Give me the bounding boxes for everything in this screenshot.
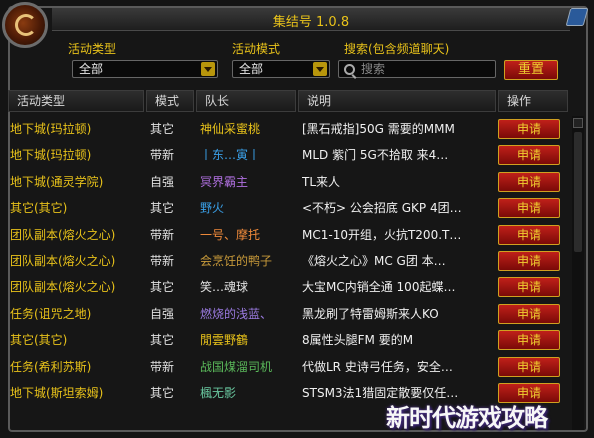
swirl-icon xyxy=(15,14,37,36)
row-mode: 其它 xyxy=(150,386,175,400)
row-note: TL来人 xyxy=(302,174,341,189)
column-header-action[interactable]: 操作 xyxy=(498,90,568,112)
row-mode: 带新 xyxy=(150,148,175,163)
apply-button[interactable]: 申请 xyxy=(498,145,560,166)
row-note: 《熔火之心》MC G团 本… xyxy=(302,254,446,268)
row-mode: 自强 xyxy=(150,174,175,189)
row-leader: 战国煤溜司机 xyxy=(200,359,273,374)
apply-button[interactable]: 申请 xyxy=(498,303,560,324)
row-mode: 其它 xyxy=(150,333,175,348)
mode-label: 活动模式 xyxy=(232,42,281,56)
row-activity-type: 地下城(通灵学院) xyxy=(10,174,104,189)
row-note: 大宝MC内销全通 100起蝶… xyxy=(302,280,456,295)
search-placeholder: 搜索 xyxy=(361,62,386,76)
reset-button[interactable]: 重置 xyxy=(504,60,558,80)
table-row[interactable]: 地下城(玛拉顿) 其它 神仙采蜜桃 [黑石戒指]50G 需要的MMM 申请 xyxy=(8,116,566,142)
table-row[interactable]: 团队副本(熔火之心) 其它 笑…魂球 大宝MC内销全通 100起蝶… 申请 xyxy=(8,274,566,300)
mode-value: 全部 xyxy=(239,62,264,76)
row-leader: 会烹饪的鸭子 xyxy=(200,254,273,268)
apply-button[interactable]: 申请 xyxy=(498,251,560,271)
apply-button[interactable]: 申请 xyxy=(498,277,560,298)
row-leader: 笑…魂球 xyxy=(200,280,249,295)
row-mode: 带新 xyxy=(150,359,175,374)
apply-button[interactable]: 申请 xyxy=(498,198,560,219)
row-leader: 燃烧的浅蓝、 xyxy=(200,306,273,321)
scrollbar[interactable] xyxy=(572,116,584,430)
title-bar[interactable]: 集结号 1.0.8 xyxy=(52,8,570,31)
row-leader: 楓无影 xyxy=(200,386,237,400)
scroll-up-icon[interactable] xyxy=(573,118,583,128)
row-leader: 閒雲野鶴 xyxy=(200,333,249,348)
chevron-down-icon[interactable] xyxy=(313,62,327,76)
row-activity-type: 团队副本(熔火之心) xyxy=(10,227,116,242)
row-note: 代做LR 史诗弓任务，安全… xyxy=(302,359,453,374)
search-input[interactable]: 搜索 xyxy=(338,60,496,78)
table-row[interactable]: 地下城(玛拉顿) 带新 丨东…寅丨 MLD 紫门 5G不拾取 来4… 申请 xyxy=(8,142,566,168)
scroll-thumb[interactable] xyxy=(574,132,582,252)
column-header-note[interactable]: 说明 xyxy=(298,90,496,112)
watermark-text: 新时代游戏攻略 xyxy=(386,404,548,432)
row-mode: 其它 xyxy=(150,280,175,295)
row-leader: 丨东…寅丨 xyxy=(200,148,261,163)
row-activity-type: 团队副本(熔火之心) xyxy=(10,280,116,295)
row-activity-type: 团队副本(熔火之心) xyxy=(10,254,116,268)
row-mode: 自强 xyxy=(150,306,175,321)
row-note: MLD 紫门 5G不拾取 来4… xyxy=(302,148,449,163)
table-row[interactable]: 任务(诅咒之地) 自强 燃烧的浅蓝、 黑龙刷了特雷姆斯来人KO 申请 xyxy=(8,301,566,327)
row-mode: 带新 xyxy=(150,254,175,268)
row-leader: 冥界霸主 xyxy=(200,174,249,189)
row-mode: 其它 xyxy=(150,201,175,216)
column-header-mode[interactable]: 模式 xyxy=(146,90,194,112)
table-row[interactable]: 其它(其它) 其它 野火 <不朽> 公会招底 GKP 4团… 申请 xyxy=(8,195,566,221)
apply-button[interactable]: 申请 xyxy=(498,356,560,377)
table-row[interactable]: 其它(其它) 其它 閒雲野鶴 8属性头腿FM 要的M 申请 xyxy=(8,327,566,353)
row-note: 8属性头腿FM 要的M xyxy=(302,333,414,348)
column-header-leader[interactable]: 队长 xyxy=(196,90,296,112)
row-mode: 其它 xyxy=(150,122,175,136)
search-icon xyxy=(344,64,355,75)
mode-dropdown[interactable]: 全部 xyxy=(232,60,330,78)
row-activity-type: 任务(希利苏斯) xyxy=(10,359,92,374)
window-title: 集结号 1.0.8 xyxy=(272,15,350,30)
search-label: 搜索(包含频道聊天) xyxy=(344,42,450,56)
activity-type-dropdown[interactable]: 全部 xyxy=(72,60,218,78)
apply-button[interactable]: 申请 xyxy=(498,330,560,351)
table-row[interactable]: 地下城(通灵学院) 自强 冥界霸主 TL来人 申请 xyxy=(8,169,566,195)
row-activity-type: 其它(其它) xyxy=(10,201,68,216)
row-note: [黑石戒指]50G 需要的MMM xyxy=(302,122,455,136)
activity-type-label: 活动类型 xyxy=(68,42,117,56)
apply-button[interactable]: 申请 xyxy=(498,171,560,192)
row-leader: 野火 xyxy=(200,201,225,216)
row-leader: 神仙采蜜桃 xyxy=(200,122,261,136)
table-row[interactable]: 团队副本(熔火之心) 带新 一号、摩托 MC1-10开组，火抗T200.T… 申请 xyxy=(8,222,566,248)
row-activity-type: 地下城(玛拉顿) xyxy=(10,122,92,136)
row-activity-type: 任务(诅咒之地) xyxy=(10,306,92,321)
row-activity-type: 地下城(玛拉顿) xyxy=(10,148,92,163)
activity-type-value: 全部 xyxy=(79,62,104,76)
chevron-down-icon[interactable] xyxy=(201,62,215,76)
row-note: MC1-10开组，火抗T200.T… xyxy=(302,227,462,242)
column-header-type[interactable]: 活动类型 xyxy=(8,90,144,112)
row-note: <不朽> 公会招底 GKP 4团… xyxy=(302,201,462,216)
row-activity-type: 其它(其它) xyxy=(10,333,68,348)
table-row[interactable]: 团队副本(熔火之心) 带新 会烹饪的鸭子 《熔火之心》MC G团 本… 申请 xyxy=(8,248,566,274)
row-activity-type: 地下城(斯坦索姆) xyxy=(10,386,104,400)
row-note: 黑龙刷了特雷姆斯来人KO xyxy=(302,306,439,321)
apply-button[interactable]: 申请 xyxy=(498,224,560,245)
addon-logo-icon xyxy=(2,2,48,48)
table-row[interactable]: 任务(希利苏斯) 带新 战国煤溜司机 代做LR 史诗弓任务，安全… 申请 xyxy=(8,354,566,380)
row-leader: 一号、摩托 xyxy=(200,227,261,242)
addon-window: 集结号 1.0.8 活动类型 活动模式 搜索(包含频道聊天) 全部 全部 搜索 … xyxy=(0,0,594,438)
apply-button[interactable]: 申请 xyxy=(498,119,560,139)
row-mode: 带新 xyxy=(150,227,175,242)
